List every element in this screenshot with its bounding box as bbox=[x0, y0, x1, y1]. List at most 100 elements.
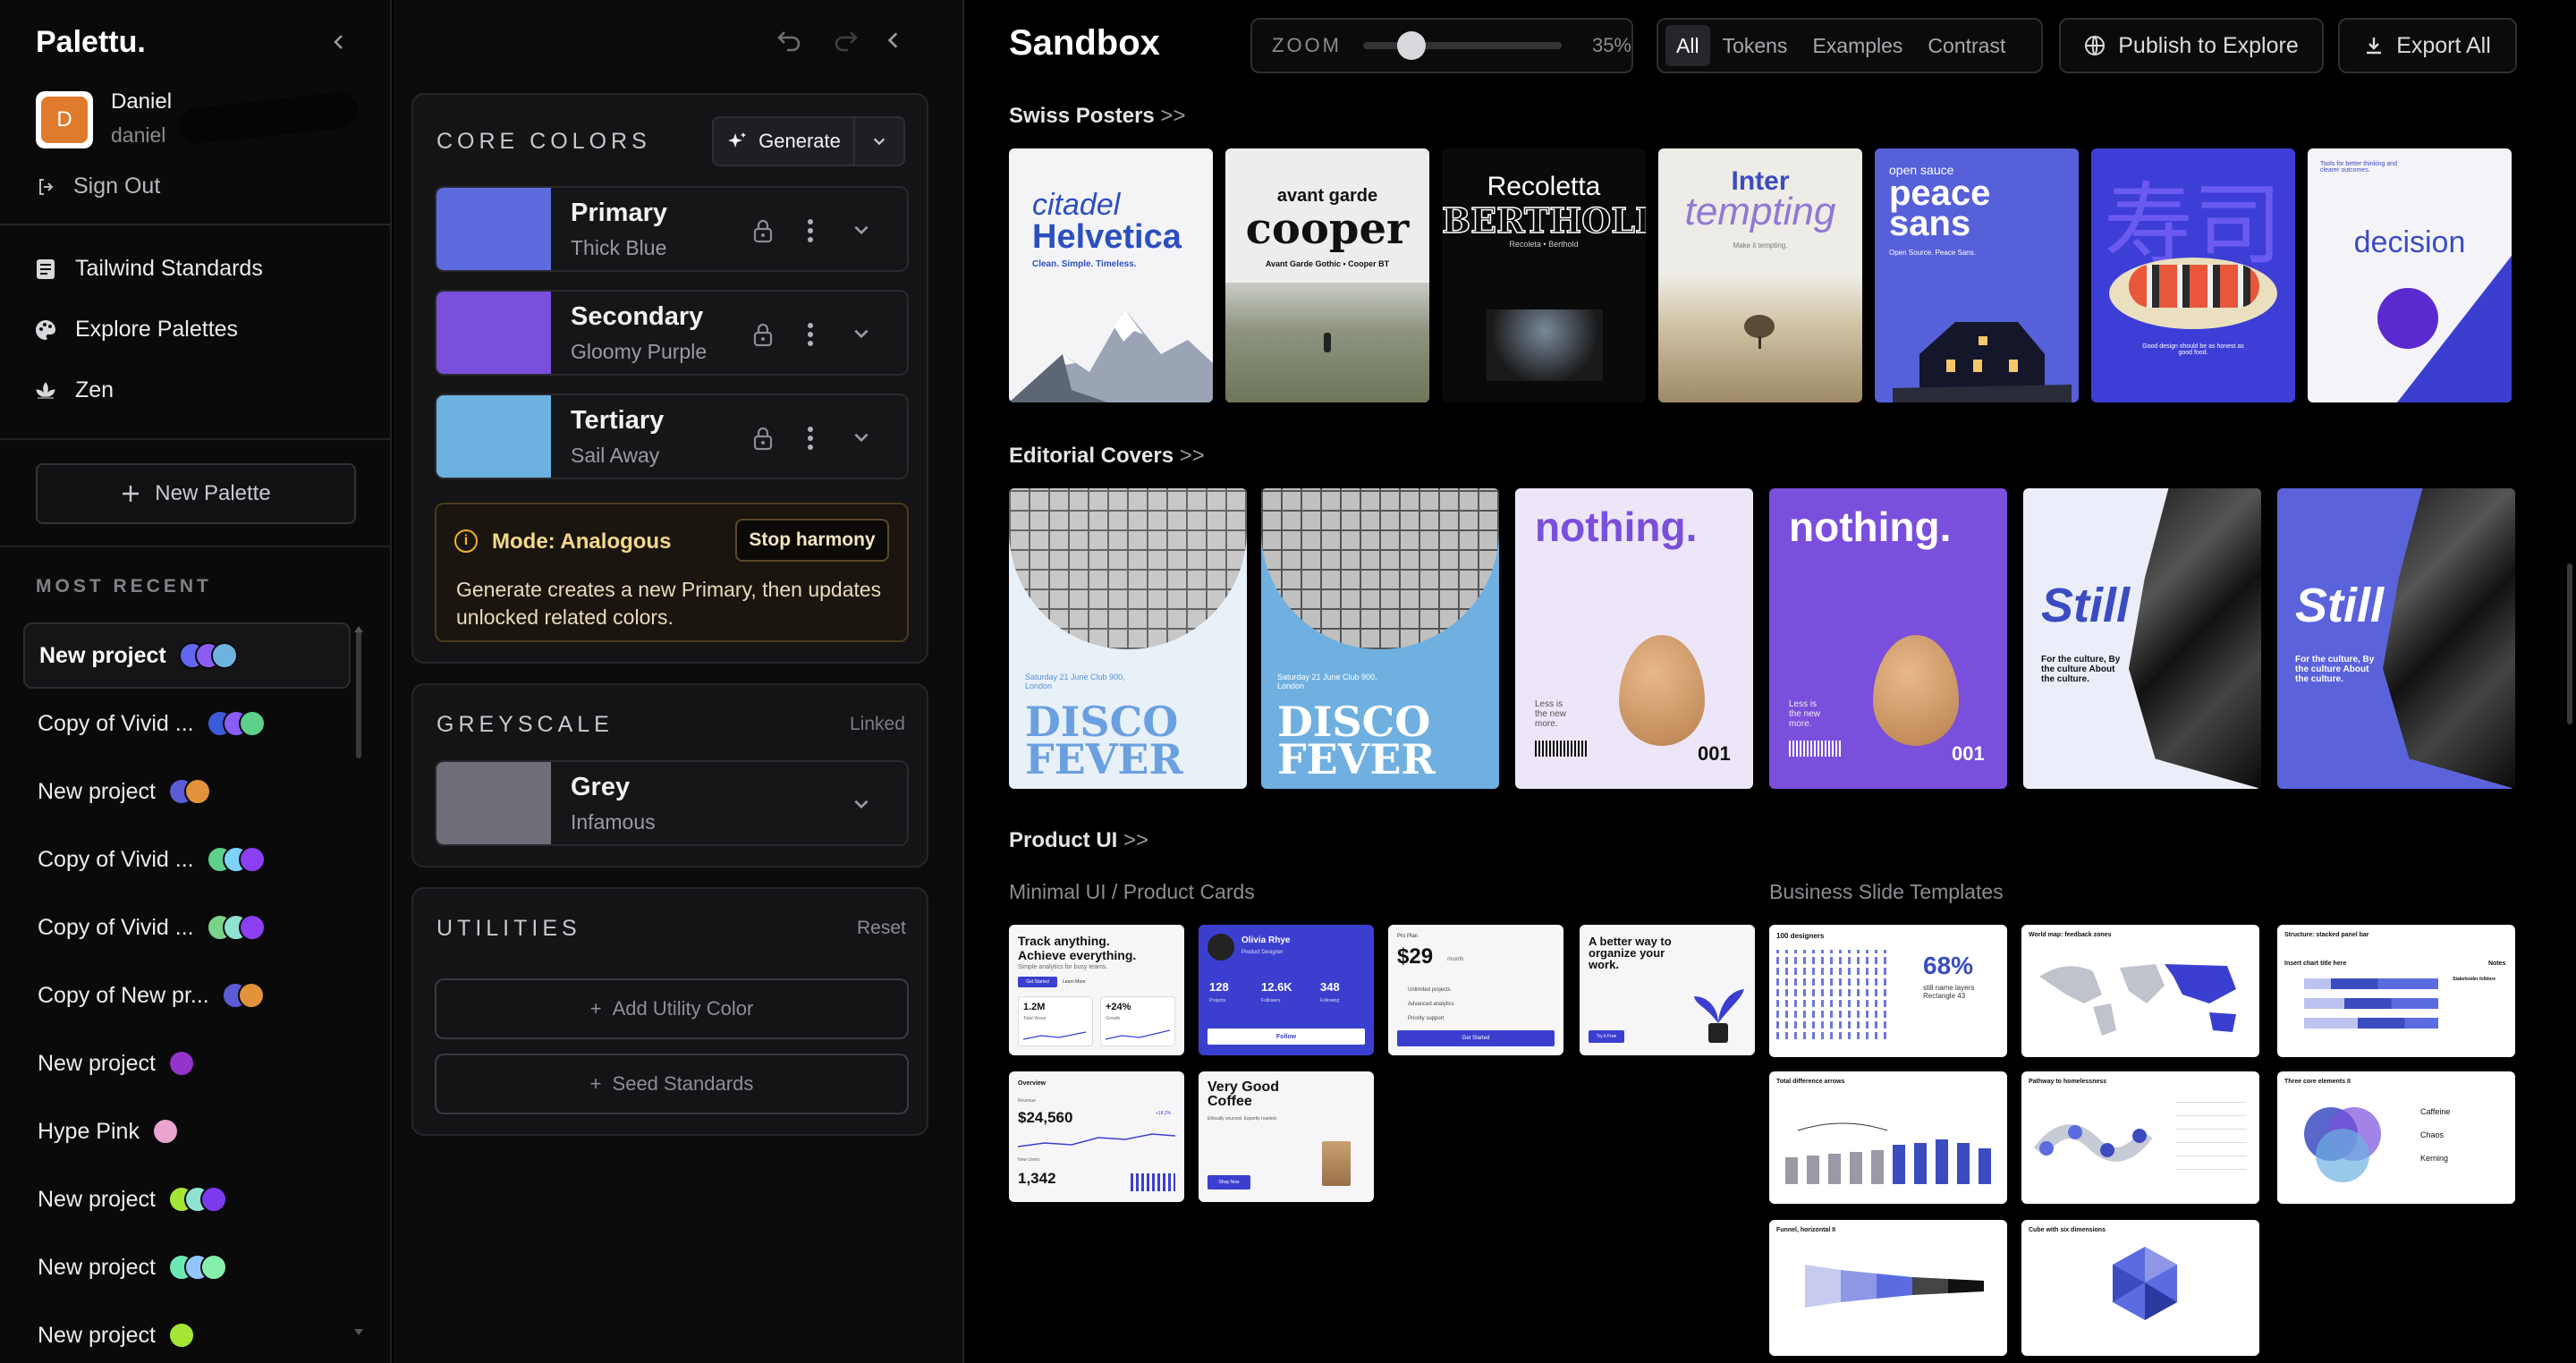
swatch-group bbox=[168, 1322, 195, 1349]
color-swatch bbox=[210, 642, 238, 669]
slide-pathway[interactable]: Pathway to homelessness bbox=[2021, 1071, 2259, 1204]
slide-world-map[interactable]: World map: feedback zones bbox=[2021, 925, 2259, 1057]
collapse-sidebar-button[interactable] bbox=[326, 29, 352, 55]
section-editorial-covers[interactable]: Editorial Covers >> bbox=[1009, 444, 1205, 469]
slide-text: Total difference arrows bbox=[1776, 1079, 1845, 1085]
scrollbar[interactable] bbox=[356, 630, 361, 758]
chevron-left-icon[interactable] bbox=[884, 30, 903, 50]
sandbox-area: Sandbox ZOOM 35% All Tokens Examples Con… bbox=[966, 0, 2576, 1363]
new-palette-button[interactable]: New Palette bbox=[36, 463, 356, 524]
recent-item-label: New project bbox=[38, 1254, 156, 1280]
cover-disco-blue[interactable]: Saturday 21 June Club 900, London DISCO … bbox=[1261, 488, 1499, 789]
chevron-down-icon[interactable] bbox=[852, 220, 871, 240]
recent-item[interactable]: Copy of Vivid ... bbox=[23, 690, 351, 757]
sign-out-button[interactable]: Sign Out bbox=[36, 174, 160, 199]
poster-helvetica[interactable]: citadel Helvetica Clean. Simple. Timeles… bbox=[1009, 148, 1213, 402]
generate-button[interactable]: Generate bbox=[712, 116, 855, 166]
card-profile[interactable]: Olivia Rhye Product Designer 128 12.6K 3… bbox=[1199, 925, 1374, 1055]
card-text: Following bbox=[1320, 998, 1340, 1003]
page-title: Sandbox bbox=[1009, 23, 1160, 63]
poster-cooper[interactable]: avant garde cooper Avant Garde Gothic • … bbox=[1225, 148, 1429, 402]
cover-still-light[interactable]: Still For the culture, By the culture Ab… bbox=[2023, 488, 2261, 789]
redo-icon[interactable] bbox=[830, 25, 862, 57]
publish-button[interactable]: Publish to Explore bbox=[2059, 18, 2324, 73]
grey-color-row[interactable]: Grey Infamous bbox=[435, 760, 909, 846]
tab-contrast[interactable]: Contrast bbox=[1915, 34, 2018, 58]
scroll-up-arrow[interactable] bbox=[354, 626, 363, 632]
lock-icon[interactable] bbox=[751, 426, 775, 451]
nav-tailwind-standards[interactable]: Tailwind Standards bbox=[34, 256, 263, 282]
recent-item[interactable]: New project bbox=[23, 758, 351, 825]
cover-text: FEVER bbox=[1025, 735, 1183, 783]
card-organize[interactable]: A better way to organize your work. Try … bbox=[1580, 925, 1755, 1055]
tab-examples[interactable]: Examples bbox=[1800, 34, 1915, 58]
nav-explore-palettes[interactable]: Explore Palettes bbox=[34, 317, 238, 343]
chevron-down-icon[interactable] bbox=[852, 794, 871, 814]
recent-item[interactable]: New project bbox=[23, 1030, 351, 1096]
recent-item[interactable]: Copy of Vivid ... bbox=[23, 826, 351, 893]
card-analytics[interactable]: Track anything. Achieve everything. Simp… bbox=[1009, 925, 1184, 1055]
recent-item[interactable]: New project bbox=[23, 1234, 351, 1300]
slide-designers[interactable]: 100 designers 68% still name layers Rect… bbox=[1769, 925, 2007, 1057]
undo-icon[interactable] bbox=[773, 25, 805, 57]
more-vertical-icon[interactable] bbox=[807, 426, 814, 451]
poster-decision[interactable]: Tools for better thinking and clearer ou… bbox=[2308, 148, 2512, 402]
stop-harmony-button[interactable]: Stop harmony bbox=[735, 519, 889, 562]
zoom-slider[interactable] bbox=[1363, 31, 1562, 60]
core-color-row[interactable]: Secondary Gloomy Purple bbox=[435, 290, 909, 376]
core-color-row[interactable]: Tertiary Sail Away bbox=[435, 394, 909, 479]
seed-standards-button[interactable]: + Seed Standards bbox=[435, 1054, 909, 1114]
poster-peace-sans[interactable]: open sauce peace sans Open Source. Peace… bbox=[1875, 148, 2079, 402]
utilities-reset-button[interactable]: Reset bbox=[857, 918, 906, 939]
section-product-ui[interactable]: Product UI >> bbox=[1009, 828, 1148, 853]
grey-swatch[interactable] bbox=[436, 762, 551, 844]
slide-cube[interactable]: Cube with six dimensions bbox=[2021, 1220, 2259, 1356]
card-pricing[interactable]: Pro Plan $29 /month Unlimited projects A… bbox=[1388, 925, 1563, 1055]
recent-item[interactable]: Hype Pink bbox=[23, 1098, 351, 1164]
recent-item[interactable]: Copy of Vivid ... bbox=[23, 894, 351, 961]
recent-item[interactable]: New project bbox=[23, 622, 351, 689]
color-swatch[interactable] bbox=[436, 292, 551, 374]
nav-zen[interactable]: Zen bbox=[34, 377, 114, 403]
lock-icon[interactable] bbox=[751, 218, 775, 243]
cover-still-blue[interactable]: Still For the culture, By the culture Ab… bbox=[2277, 488, 2515, 789]
add-utility-color-button[interactable]: + Add Utility Color bbox=[435, 978, 909, 1039]
tab-all[interactable]: All bbox=[1665, 25, 1710, 66]
lock-icon[interactable] bbox=[751, 322, 775, 347]
subsection-product-cards: Minimal UI / Product Cards bbox=[1009, 880, 1255, 903]
recent-item[interactable]: Copy of New pr... bbox=[23, 962, 351, 1029]
section-swiss-posters[interactable]: Swiss Posters >> bbox=[1009, 104, 1185, 129]
slide-text: still name layers Rectangle 43 bbox=[1923, 984, 1975, 1000]
main-scrollbar[interactable] bbox=[2567, 563, 2572, 724]
more-vertical-icon[interactable] bbox=[807, 218, 814, 243]
poster-sushi[interactable]: 寿司 Good design should be as honest as go… bbox=[2091, 148, 2295, 402]
export-all-button[interactable]: Export All bbox=[2338, 18, 2517, 73]
color-swatch[interactable] bbox=[436, 395, 551, 478]
pathway-legend bbox=[2175, 1102, 2247, 1182]
card-overview[interactable]: Overview Revenue $24,560 +18.2% New User… bbox=[1009, 1071, 1184, 1202]
slide-funnel[interactable]: Funnel, horizontal II bbox=[1769, 1220, 2007, 1356]
generate-options-button[interactable] bbox=[855, 116, 905, 166]
core-color-row[interactable]: Primary Thick Blue bbox=[435, 186, 909, 272]
slide-stacked-bar[interactable]: Structure: stacked panel bar Insert char… bbox=[2277, 925, 2515, 1057]
chevron-down-icon[interactable] bbox=[852, 428, 871, 447]
tab-tokens[interactable]: Tokens bbox=[1710, 34, 1801, 58]
avatar[interactable]: D bbox=[36, 91, 93, 148]
card-text: A better way to organize your work. bbox=[1589, 935, 1672, 971]
color-swatch[interactable] bbox=[436, 188, 551, 270]
recent-item[interactable]: New project bbox=[23, 1166, 351, 1232]
scroll-down-arrow[interactable] bbox=[354, 1329, 363, 1335]
zoom-slider-thumb[interactable] bbox=[1397, 31, 1426, 60]
more-vertical-icon[interactable] bbox=[807, 322, 814, 347]
cover-disco-light[interactable]: Saturday 21 June Club 900, London DISCO … bbox=[1009, 488, 1247, 789]
card-coffee[interactable]: Very Good Coffee Ethically sourced. Expe… bbox=[1199, 1071, 1374, 1202]
slide-difference-arrows[interactable]: Total difference arrows bbox=[1769, 1071, 2007, 1204]
cover-nothing-light[interactable]: nothing. Less is the new more. 001 bbox=[1515, 488, 1753, 789]
recent-item[interactable]: New project bbox=[23, 1302, 351, 1363]
cover-nothing-purple[interactable]: nothing. Less is the new more. 001 bbox=[1769, 488, 2007, 789]
poster-tempting[interactable]: Inter tempting Make it tempting. bbox=[1658, 148, 1862, 402]
slide-venn[interactable]: Three core elements II Caffeine Chaos Ke… bbox=[2277, 1071, 2515, 1204]
poster-berthold[interactable]: Recoletta BERTHOLD Recoleta • Berthold bbox=[1442, 148, 1646, 402]
chevron-down-icon[interactable] bbox=[852, 324, 871, 343]
app-logo[interactable]: Palettu. bbox=[36, 25, 146, 60]
